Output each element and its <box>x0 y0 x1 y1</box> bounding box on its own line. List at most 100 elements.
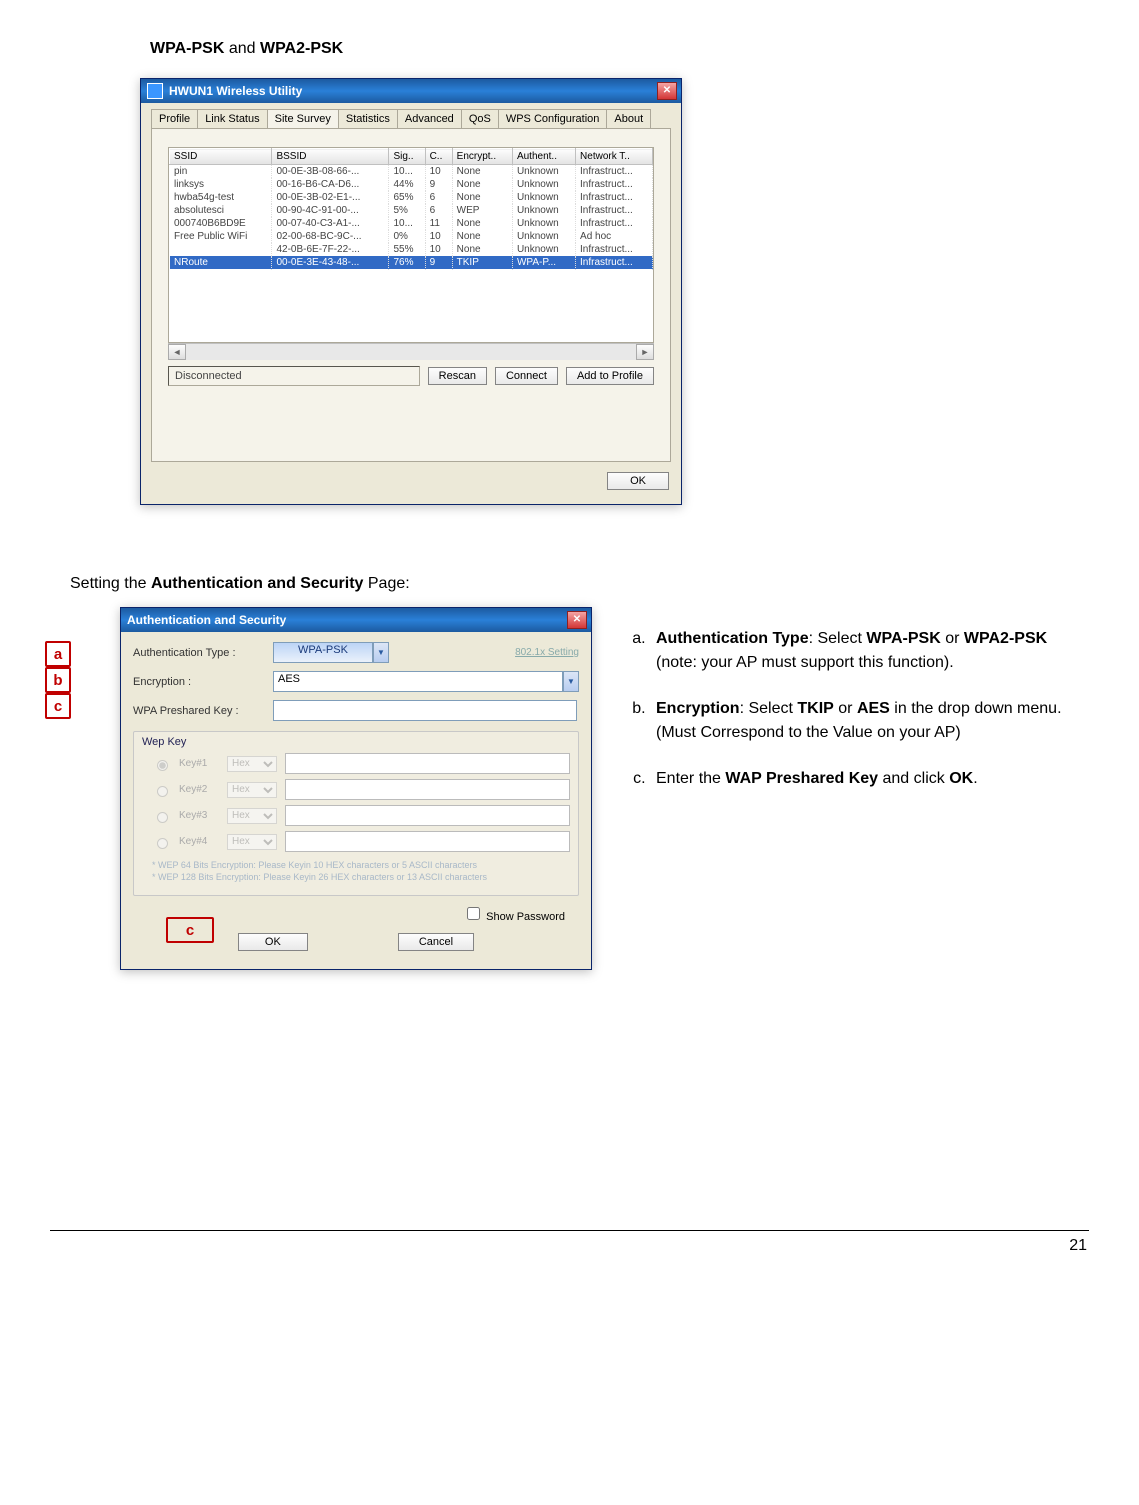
table-row[interactable]: hwba54g-test00-0E-3B-02-E1-...65%6NoneUn… <box>170 191 653 204</box>
table-cell: 9 <box>425 178 452 191</box>
page-number: 21 <box>1069 1237 1087 1254</box>
chevron-down-icon-2[interactable]: ▼ <box>563 671 579 692</box>
table-cell: Infrastruct... <box>576 243 653 256</box>
encryption-select[interactable]: AES <box>273 671 563 692</box>
close-icon-2[interactable]: ✕ <box>567 611 587 629</box>
table-cell: 02-00-68-BC-9C-... <box>272 230 389 243</box>
heading2-pre: Setting the <box>70 575 151 592</box>
table-cell: Unknown <box>512 165 575 179</box>
table-cell: Unknown <box>512 204 575 217</box>
auth-security-screenshot: a b c c Authentication and Security ✕ Au… <box>50 607 592 970</box>
table-cell: pin <box>170 165 272 179</box>
column-header[interactable]: SSID <box>170 149 272 165</box>
table-cell: 00-0E-3B-08-66-... <box>272 165 389 179</box>
wep-key-format-select[interactable]: Hex <box>227 834 277 850</box>
tab-qos[interactable]: QoS <box>461 109 499 128</box>
add-profile-button[interactable]: Add to Profile <box>566 367 654 385</box>
tab-statistics[interactable]: Statistics <box>338 109 398 128</box>
column-header[interactable]: Authent.. <box>512 149 575 165</box>
table-cell: hwba54g-test <box>170 191 272 204</box>
ok-button[interactable]: OK <box>607 472 669 490</box>
table-row[interactable]: linksys00-16-B6-CA-D6...44%9NoneUnknownI… <box>170 178 653 191</box>
wep-key-format-select[interactable]: Hex <box>227 808 277 824</box>
table-cell: Infrastruct... <box>576 256 653 270</box>
show-password-checkbox[interactable] <box>467 907 480 920</box>
8021x-setting-link[interactable]: 802.1x Setting <box>515 647 579 658</box>
tab-advanced[interactable]: Advanced <box>397 109 462 128</box>
table-cell: Infrastruct... <box>576 165 653 179</box>
column-header[interactable]: C.. <box>425 149 452 165</box>
table-cell: Unknown <box>512 230 575 243</box>
close-icon[interactable]: ✕ <box>657 82 677 100</box>
app-icon <box>147 83 163 99</box>
table-row[interactable]: pin00-0E-3B-08-66-...10...10NoneUnknownI… <box>170 165 653 179</box>
table-cell: 5% <box>389 204 425 217</box>
wep-key-input[interactable] <box>285 779 570 800</box>
wep-key-input[interactable] <box>285 805 570 826</box>
wep-key-radio[interactable] <box>157 760 168 771</box>
wep-key-format-select[interactable]: Hex <box>227 782 277 798</box>
table-row[interactable]: absolutesci00-90-4C-91-00-...5%6WEPUnkno… <box>170 204 653 217</box>
network-list[interactable]: SSIDBSSIDSig..C..Encrypt..Authent..Netwo… <box>168 147 654 343</box>
window-title: HWUN1 Wireless Utility <box>169 84 302 98</box>
site-survey-panel: SSIDBSSIDSig..C..Encrypt..Authent..Netwo… <box>151 128 671 462</box>
connect-button[interactable]: Connect <box>495 367 558 385</box>
wep-key-input[interactable] <box>285 831 570 852</box>
column-header[interactable]: Encrypt.. <box>452 149 512 165</box>
table-cell: TKIP <box>452 256 512 270</box>
table-row[interactable]: 42-0B-6E-7F-22-...55%10NoneUnknownInfras… <box>170 243 653 256</box>
ok-button-2[interactable]: OK <box>238 933 308 951</box>
wep-key-input[interactable] <box>285 753 570 774</box>
table-cell: 55% <box>389 243 425 256</box>
table-cell: Unknown <box>512 178 575 191</box>
auth-type-select[interactable]: WPA-PSK <box>273 642 373 663</box>
callout-a: a <box>45 641 71 667</box>
heading2-post: Page: <box>363 575 409 592</box>
scroll-right-icon[interactable]: ► <box>636 344 654 360</box>
column-header[interactable]: Network T.. <box>576 149 653 165</box>
table-cell: Unknown <box>512 217 575 230</box>
wep-key-radio[interactable] <box>157 812 168 823</box>
title-bar[interactable]: HWUN1 Wireless Utility ✕ <box>141 79 681 103</box>
wep-key-radio[interactable] <box>157 786 168 797</box>
table-cell: None <box>452 191 512 204</box>
table-cell: 10... <box>389 165 425 179</box>
table-cell: None <box>452 230 512 243</box>
title-bar-2[interactable]: Authentication and Security ✕ <box>121 608 591 632</box>
tab-site-survey[interactable]: Site Survey <box>267 109 339 128</box>
table-cell: None <box>452 165 512 179</box>
scroll-left-icon[interactable]: ◄ <box>168 344 186 360</box>
heading2-bold: Authentication and Security <box>151 575 363 592</box>
tab-about[interactable]: About <box>606 109 651 128</box>
section-heading-2: Setting the Authentication and Security … <box>70 575 1089 593</box>
wep-key-radio[interactable] <box>157 838 168 849</box>
table-cell: 000740B6BD9E <box>170 217 272 230</box>
table-cell <box>170 243 272 256</box>
table-cell: 00-0E-3B-02-E1-... <box>272 191 389 204</box>
table-cell: WPA-P... <box>512 256 575 270</box>
table-cell: 10 <box>425 243 452 256</box>
heading-mid-1: and <box>224 40 260 57</box>
table-cell: Unknown <box>512 243 575 256</box>
wpa-preshared-key-input[interactable] <box>273 700 577 721</box>
instruction-c: Enter the WAP Preshared Key and click OK… <box>650 767 1089 791</box>
wep-key-format-select[interactable]: Hex <box>227 756 277 772</box>
rescan-button[interactable]: Rescan <box>428 367 487 385</box>
column-header[interactable]: Sig.. <box>389 149 425 165</box>
encryption-label: Encryption : <box>133 676 273 688</box>
wep-key-row: Key#2Hex <box>152 779 570 800</box>
auth-type-label: Authentication Type : <box>133 647 273 659</box>
table-row[interactable]: 000740B6BD9E00-07-40-C3-A1-...10...11Non… <box>170 217 653 230</box>
cancel-button[interactable]: Cancel <box>398 933 474 951</box>
table-row[interactable]: NRoute00-0E-3E-43-48-...76%9TKIPWPA-P...… <box>170 256 653 270</box>
column-header[interactable]: BSSID <box>272 149 389 165</box>
table-row[interactable]: Free Public WiFi02-00-68-BC-9C-...0%10No… <box>170 230 653 243</box>
tab-profile[interactable]: Profile <box>151 109 198 128</box>
tab-link-status[interactable]: Link Status <box>197 109 267 128</box>
table-cell: linksys <box>170 178 272 191</box>
table-cell: Infrastruct... <box>576 217 653 230</box>
wep-key-row: Key#4Hex <box>152 831 570 852</box>
chevron-down-icon[interactable]: ▼ <box>373 642 389 663</box>
tab-wps[interactable]: WPS Configuration <box>498 109 608 128</box>
horizontal-scrollbar[interactable]: ◄ ► <box>168 343 654 360</box>
